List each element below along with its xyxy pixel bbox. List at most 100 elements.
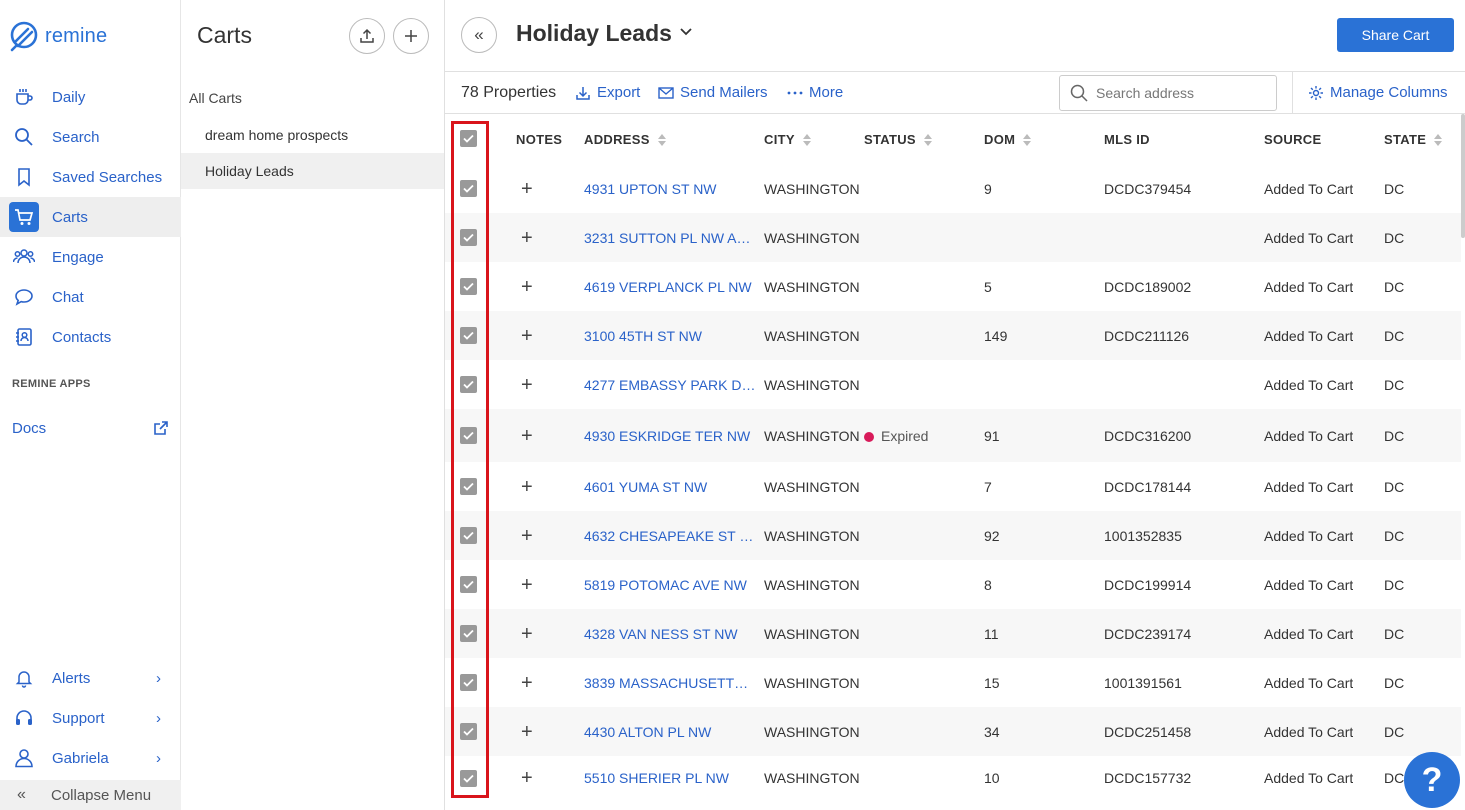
table-row[interactable]: +3100 45TH ST NW WASHINGTON 149 DCDC211126 A… bbox=[445, 311, 1461, 360]
row-checkbox[interactable] bbox=[460, 327, 477, 344]
collapse-menu-button[interactable]: « Collapse Menu bbox=[0, 780, 181, 810]
row-checkbox[interactable] bbox=[460, 229, 477, 246]
add-cart-button[interactable] bbox=[393, 18, 429, 54]
chevron-down-icon[interactable] bbox=[679, 24, 693, 43]
nav-label: Engage bbox=[52, 248, 104, 266]
nav-carts[interactable]: Carts bbox=[0, 197, 181, 237]
add-note-icon[interactable]: + bbox=[521, 575, 533, 595]
add-note-icon[interactable]: + bbox=[521, 228, 533, 248]
more-label: More bbox=[809, 84, 844, 101]
export-button[interactable]: Export bbox=[575, 84, 640, 101]
address-link[interactable]: 3100 45TH ST NW bbox=[584, 328, 756, 344]
address-link[interactable]: 3839 MASSACHUSETTS A… bbox=[584, 675, 756, 691]
nav-daily[interactable]: Daily bbox=[0, 77, 181, 117]
external-link-icon[interactable] bbox=[153, 420, 169, 441]
address-link[interactable]: 4430 ALTON PL NW bbox=[584, 724, 756, 740]
search-address-field[interactable] bbox=[1059, 75, 1277, 111]
mls-id-cell: DCDC316200 bbox=[1104, 427, 1192, 444]
address-link[interactable]: 4930 ESKRIDGE TER NW bbox=[584, 428, 756, 444]
address-link[interactable]: 4931 UPTON ST NW bbox=[584, 181, 756, 197]
add-note-icon[interactable]: + bbox=[521, 722, 533, 742]
table-row[interactable]: +4619 VERPLANCK PL NW WASHINGTON 5 DCDC1890… bbox=[445, 262, 1461, 311]
add-note-icon[interactable]: + bbox=[521, 426, 533, 446]
table-row[interactable]: +4277 EMBASSY PARK DR … WASHINGTON Added T… bbox=[445, 360, 1461, 409]
share-cart-button[interactable]: Share Cart bbox=[1337, 18, 1454, 52]
nav-search[interactable]: Search bbox=[0, 117, 181, 157]
sort-icon[interactable] bbox=[802, 133, 811, 146]
nav-user[interactable]: Gabriela › bbox=[0, 738, 181, 778]
help-button[interactable]: ? bbox=[1404, 752, 1460, 808]
manage-columns-button[interactable]: Manage Columns bbox=[1308, 84, 1448, 101]
state-cell: DC bbox=[1384, 576, 1405, 593]
nav-engage[interactable]: Engage bbox=[0, 237, 181, 277]
column-dom[interactable]: DOM bbox=[984, 132, 1032, 147]
column-address[interactable]: ADDRESS bbox=[584, 132, 666, 147]
row-checkbox[interactable] bbox=[460, 376, 477, 393]
nav-chat[interactable]: Chat bbox=[0, 277, 181, 317]
add-note-icon[interactable]: + bbox=[521, 768, 533, 788]
address-link[interactable]: 4601 YUMA ST NW bbox=[584, 479, 756, 495]
city-cell: WASHINGTON bbox=[764, 625, 860, 642]
add-note-icon[interactable]: + bbox=[521, 526, 533, 546]
table-row[interactable]: +3231 SUTTON PL NW APT B WASHINGTON Added … bbox=[445, 213, 1461, 262]
table-row[interactable]: +4930 ESKRIDGE TER NW WASHINGTON Expired 91… bbox=[445, 409, 1461, 462]
address-link[interactable]: 3231 SUTTON PL NW APT B bbox=[584, 230, 756, 246]
sort-icon[interactable] bbox=[657, 133, 666, 146]
nav-contacts[interactable]: Contacts bbox=[0, 317, 181, 357]
nav-support[interactable]: Support › bbox=[0, 698, 181, 738]
table-row[interactable]: +4328 VAN NESS ST NW WASHINGTON 11 DCDC2391… bbox=[445, 609, 1461, 658]
search-address-input[interactable] bbox=[1096, 85, 1266, 101]
nav-alerts[interactable]: Alerts › bbox=[0, 658, 181, 698]
upload-cart-button[interactable] bbox=[349, 18, 385, 54]
address-link[interactable]: 4328 VAN NESS ST NW bbox=[584, 626, 756, 642]
address-link[interactable]: 4277 EMBASSY PARK DR … bbox=[584, 377, 756, 393]
row-checkbox[interactable] bbox=[460, 576, 477, 593]
more-button[interactable]: More bbox=[787, 84, 843, 101]
row-checkbox[interactable] bbox=[460, 527, 477, 544]
add-note-icon[interactable]: + bbox=[521, 179, 533, 199]
address-link[interactable]: 5510 SHERIER PL NW bbox=[584, 770, 756, 786]
address-link[interactable]: 4632 CHESAPEAKE ST NW bbox=[584, 528, 756, 544]
brand-name: remine bbox=[45, 24, 108, 47]
collapse-panel-button[interactable]: « bbox=[461, 17, 497, 53]
add-note-icon[interactable]: + bbox=[521, 477, 533, 497]
cart-name-title[interactable]: Holiday Leads bbox=[516, 20, 672, 47]
row-checkbox[interactable] bbox=[460, 723, 477, 740]
column-state[interactable]: STATE bbox=[1384, 132, 1443, 147]
row-checkbox[interactable] bbox=[460, 478, 477, 495]
table-row[interactable]: +4632 CHESAPEAKE ST NW WASHINGTON 92 100135… bbox=[445, 511, 1461, 560]
row-checkbox[interactable] bbox=[460, 769, 477, 787]
select-all-checkbox[interactable] bbox=[460, 130, 477, 147]
nav-saved-searches[interactable]: Saved Searches bbox=[0, 157, 181, 197]
sort-icon[interactable] bbox=[923, 133, 932, 146]
address-link[interactable]: 5819 POTOMAC AVE NW bbox=[584, 577, 756, 593]
table-row[interactable]: +5819 POTOMAC AVE NW WASHINGTON 8 DCDC19991… bbox=[445, 560, 1461, 609]
table-row[interactable]: +4601 YUMA ST NW WASHINGTON 7 DCDC178144 Add… bbox=[445, 462, 1461, 511]
add-note-icon[interactable]: + bbox=[521, 326, 533, 346]
row-checkbox[interactable] bbox=[460, 625, 477, 642]
column-city[interactable]: CITY bbox=[764, 132, 811, 147]
column-status[interactable]: STATUS bbox=[864, 132, 932, 147]
docs-link[interactable]: Docs bbox=[12, 420, 46, 437]
row-checkbox[interactable] bbox=[460, 278, 477, 295]
row-checkbox[interactable] bbox=[460, 674, 477, 691]
table-row[interactable]: +5510 SHERIER PL NW WASHINGTON 10 DCDC15773… bbox=[445, 756, 1461, 800]
address-link[interactable]: 4619 VERPLANCK PL NW bbox=[584, 279, 756, 295]
row-checkbox[interactable] bbox=[460, 180, 477, 197]
table-row[interactable]: +4430 ALTON PL NW WASHINGTON 34 DCDC251458 A… bbox=[445, 707, 1461, 756]
cart-item[interactable]: dream home prospects bbox=[181, 117, 444, 153]
add-note-icon[interactable]: + bbox=[521, 624, 533, 644]
table-row[interactable]: +3839 MASSACHUSETTS A… WASHINGTON 15 100139… bbox=[445, 658, 1461, 707]
add-note-icon[interactable]: + bbox=[521, 375, 533, 395]
add-note-icon[interactable]: + bbox=[521, 673, 533, 693]
logo[interactable]: remine bbox=[9, 20, 107, 52]
sort-icon[interactable] bbox=[1023, 133, 1032, 146]
table-scrollbar[interactable] bbox=[1461, 114, 1465, 238]
table-row[interactable]: +4931 UPTON ST NW WASHINGTON 9 DCDC379454 Ad… bbox=[445, 164, 1461, 213]
add-note-icon[interactable]: + bbox=[521, 277, 533, 297]
cart-item-selected[interactable]: Holiday Leads bbox=[181, 153, 444, 189]
send-mailers-button[interactable]: Send Mailers bbox=[658, 84, 768, 101]
all-carts-link[interactable]: All Carts bbox=[189, 90, 242, 106]
row-checkbox[interactable] bbox=[460, 427, 477, 444]
sort-icon[interactable] bbox=[1434, 133, 1443, 146]
